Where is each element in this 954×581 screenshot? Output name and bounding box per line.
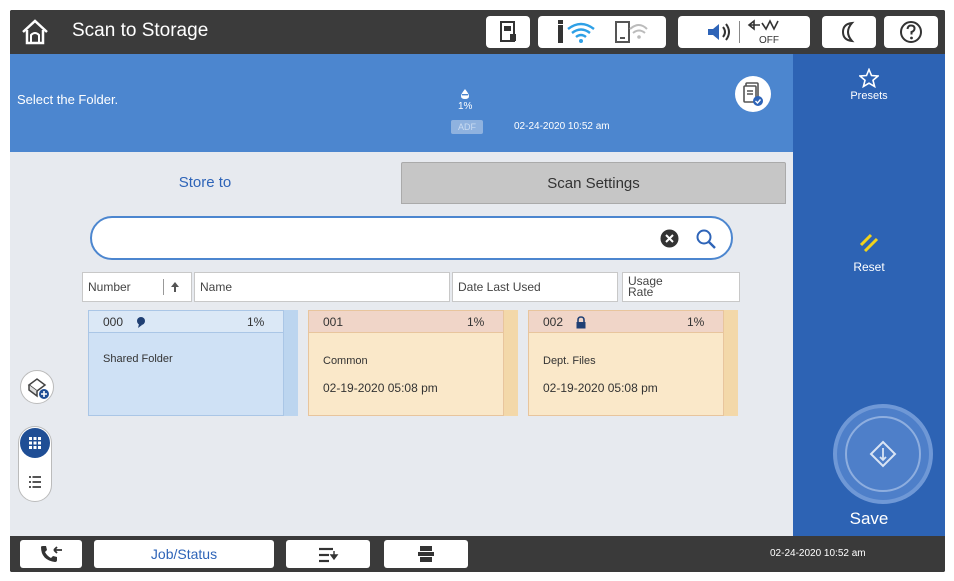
folder-body: Common 02-19-2020 05:08 pm bbox=[308, 332, 504, 416]
add-folder-button[interactable] bbox=[20, 370, 54, 404]
presets-label: Presets bbox=[850, 90, 888, 102]
contacts-button[interactable] bbox=[735, 76, 771, 112]
adf-badge: ADF bbox=[451, 120, 483, 134]
folder-tab: 000 1% bbox=[88, 310, 284, 332]
folder-name: Shared Folder bbox=[103, 353, 173, 365]
main-area: Select the Folder. 1% ADF 02-24-2020 10:… bbox=[10, 54, 793, 536]
column-header-number[interactable]: Number bbox=[82, 272, 192, 302]
top-bar: Scan to Storage OFF bbox=[10, 10, 945, 54]
device-status-icon bbox=[500, 21, 516, 42]
column-name-label: Name bbox=[200, 280, 233, 294]
folder-body: Dept. Files 02-19-2020 05:08 pm bbox=[528, 332, 724, 416]
header-band: Select the Folder. 1% ADF 02-24-2020 10:… bbox=[10, 54, 793, 152]
folder-number: 001 bbox=[323, 315, 344, 329]
list-view-icon[interactable] bbox=[20, 467, 50, 497]
job-status-button[interactable]: Job/Status bbox=[94, 540, 274, 568]
right-panel: Presets Reset Save bbox=[793, 54, 945, 536]
folder-name: Dept. Files bbox=[543, 355, 596, 367]
reset-icon bbox=[859, 233, 879, 253]
ink-level-text: 1% bbox=[458, 101, 473, 112]
queue-icon bbox=[319, 547, 339, 563]
view-toggle[interactable] bbox=[18, 426, 52, 502]
printer-screen: Scan to Storage OFF Select the Folder. 1… bbox=[10, 10, 945, 572]
bottom-datetime: 02-24-2020 10:52 am bbox=[770, 548, 866, 559]
folder-number: 000 bbox=[103, 315, 124, 329]
folder-side bbox=[284, 310, 298, 416]
folder-card[interactable]: 002 1% Dept. Files 02-19-2020 05:08 pm bbox=[528, 310, 738, 416]
divider bbox=[738, 21, 740, 43]
folder-tab: 001 1% bbox=[308, 310, 504, 332]
printer-status-button[interactable] bbox=[384, 540, 468, 568]
save-label: Save bbox=[849, 509, 889, 528]
tab-scan-settings[interactable]: Scan Settings bbox=[401, 162, 786, 204]
folder-body: Shared Folder bbox=[88, 332, 284, 416]
save-button-ring bbox=[845, 416, 921, 492]
folder-usage: 1% bbox=[687, 315, 705, 329]
phone-arrow-icon bbox=[41, 546, 62, 562]
sound-icon bbox=[707, 23, 730, 41]
search-input[interactable] bbox=[90, 216, 733, 260]
queue-button[interactable] bbox=[286, 540, 370, 568]
fax-button[interactable] bbox=[20, 540, 82, 568]
column-number-label: Number bbox=[88, 280, 131, 294]
search-icon[interactable] bbox=[695, 228, 717, 250]
reset-label: Reset bbox=[853, 260, 885, 274]
column-usage-label: Usage Rate bbox=[628, 274, 663, 299]
column-date-label: Date Last Used bbox=[458, 280, 541, 294]
wifi-direct-icon bbox=[615, 21, 648, 43]
ink-status: 1% bbox=[458, 88, 472, 112]
folder-usage: 1% bbox=[467, 315, 485, 329]
home-icon[interactable] bbox=[20, 18, 50, 46]
help-icon bbox=[900, 21, 922, 43]
tab-store-to[interactable]: Store to bbox=[15, 160, 395, 204]
scan-off-icon: OFF bbox=[747, 19, 779, 45]
folder-card[interactable]: 001 1% Common 02-19-2020 05:08 pm bbox=[308, 310, 518, 416]
save-button[interactable] bbox=[833, 404, 933, 504]
sound-scan-button[interactable]: OFF bbox=[678, 16, 810, 48]
help-button[interactable] bbox=[884, 16, 938, 48]
bottom-bar: Job/Status 02-24-2020 10:52 am bbox=[10, 536, 945, 572]
presets-button[interactable]: Presets bbox=[793, 68, 945, 102]
folder-side bbox=[504, 310, 518, 416]
lock-icon bbox=[576, 316, 586, 329]
folder-date: 02-19-2020 05:08 pm bbox=[543, 381, 658, 395]
column-header-usage[interactable]: Usage Rate bbox=[622, 272, 740, 302]
contacts-icon bbox=[743, 82, 763, 106]
ink-drop-icon bbox=[461, 89, 470, 99]
clear-icon[interactable] bbox=[660, 229, 679, 248]
printer-icon bbox=[418, 546, 434, 562]
sort-icon[interactable] bbox=[163, 279, 185, 295]
star-icon bbox=[859, 68, 879, 88]
device-status-button[interactable] bbox=[486, 16, 530, 48]
folder-date: 02-19-2020 05:08 pm bbox=[323, 381, 438, 395]
folder-card[interactable]: 000 1% Shared Folder bbox=[88, 310, 298, 416]
app-title: Scan to Storage bbox=[72, 20, 209, 41]
header-datetime: 02-24-2020 10:52 am bbox=[514, 121, 610, 132]
add-folder-icon bbox=[27, 378, 49, 399]
shared-folder-icon bbox=[137, 317, 145, 328]
wifi-icon bbox=[558, 20, 595, 43]
start-diamond-icon bbox=[869, 440, 897, 468]
folder-number: 002 bbox=[543, 315, 564, 329]
off-label: OFF bbox=[759, 35, 779, 45]
column-header-date[interactable]: Date Last Used bbox=[452, 272, 618, 302]
network-status-button[interactable] bbox=[538, 16, 666, 48]
reset-button[interactable]: Reset bbox=[793, 230, 945, 274]
folder-side bbox=[724, 310, 738, 416]
folder-usage: 1% bbox=[247, 315, 265, 329]
folder-name: Common bbox=[323, 355, 368, 367]
grid-view-icon[interactable] bbox=[20, 428, 50, 458]
instruction-text: Select the Folder. bbox=[17, 92, 119, 107]
sleep-moon-icon bbox=[841, 21, 855, 43]
sleep-button[interactable] bbox=[822, 16, 876, 48]
folder-tab: 002 1% bbox=[528, 310, 724, 332]
column-header-name[interactable]: Name bbox=[194, 272, 450, 302]
